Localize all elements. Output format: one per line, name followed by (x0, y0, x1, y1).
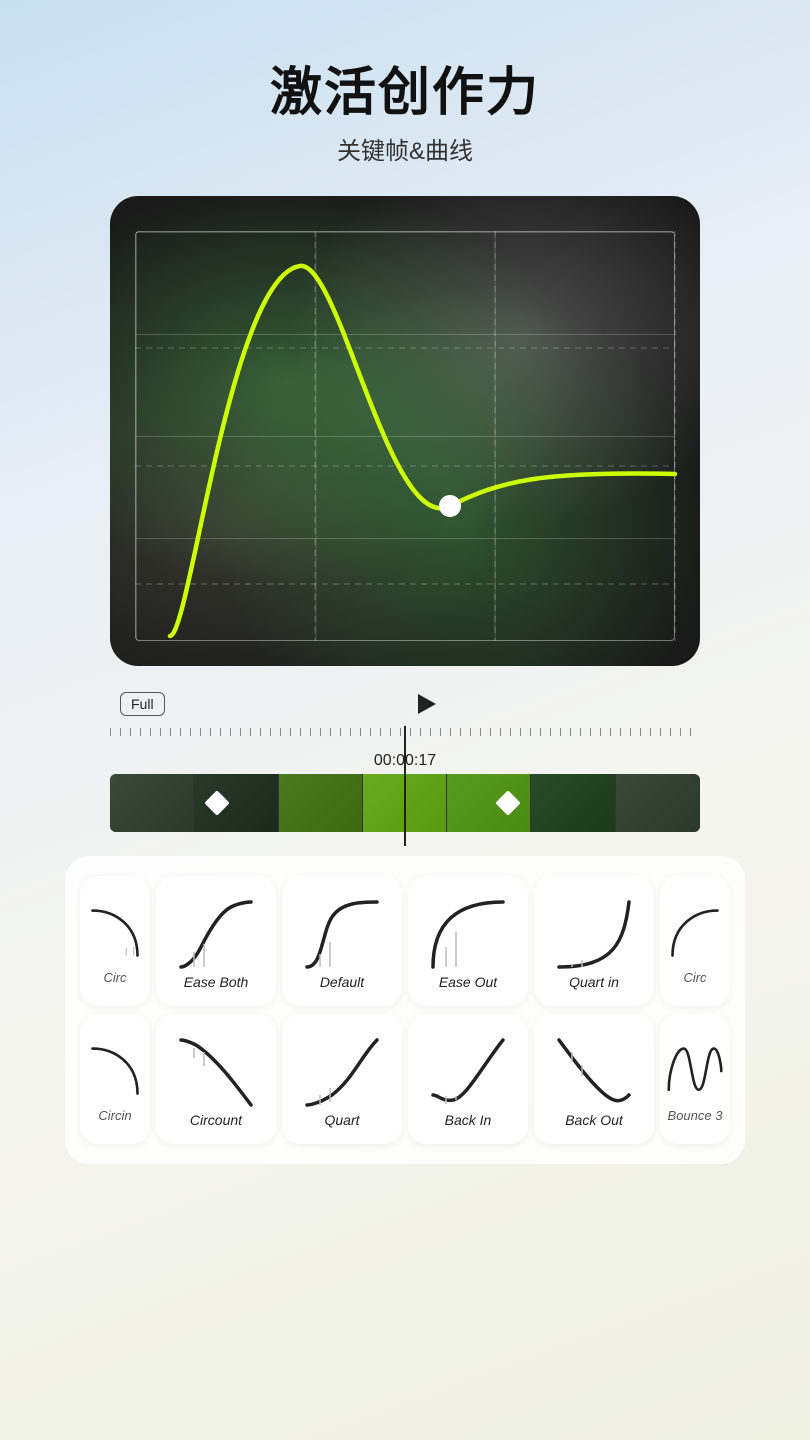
back-out-label: Back Out (565, 1112, 623, 1128)
easing-row-2: Circin Circount Quart (75, 1014, 735, 1144)
filmstrip-frame-2 (194, 774, 278, 832)
ease-out-label: Ease Out (439, 974, 497, 990)
filmstrip (110, 774, 700, 832)
easing-card-bounce3-right[interactable]: Bounce 3 (660, 1014, 730, 1144)
easing-card-circ-right[interactable]: Circ (660, 876, 730, 1006)
curve-svg (110, 196, 700, 666)
back-in-label: Back In (445, 1112, 492, 1128)
easing-card-ease-out[interactable]: Ease Out (408, 876, 528, 1006)
easing-card-default[interactable]: Default (282, 876, 402, 1006)
full-button[interactable]: Full (120, 692, 165, 716)
back-out-icon (554, 1030, 634, 1110)
filmstrip-frame-7 (616, 774, 700, 832)
filmstrip-frame-1 (110, 774, 194, 832)
circount-label: Circount (190, 1112, 242, 1128)
circ-left-icon (85, 898, 145, 968)
title-section: 激活创作力 关键帧&曲线 (270, 50, 540, 166)
keyframe-diamond-1 (204, 790, 229, 815)
timeline-section: Full 00:00:17 (110, 686, 700, 832)
filmstrip-frame-5 (447, 774, 531, 832)
main-title: 激活创作力 (270, 50, 540, 125)
circount-icon (176, 1030, 256, 1110)
ease-out-icon (428, 892, 508, 972)
easing-card-circ-left[interactable]: Circ (80, 876, 150, 1006)
keyframe-diamond-2 (495, 790, 520, 815)
easing-card-back-in[interactable]: Back In (408, 1014, 528, 1144)
filmstrip-frame-3 (279, 774, 363, 832)
circin-left-icon (85, 1036, 145, 1106)
timeline-controls: Full (110, 686, 700, 722)
circin-left-label: Circin (98, 1108, 131, 1123)
quart-in-icon (554, 892, 634, 972)
bounce3-right-icon (665, 1036, 725, 1106)
easing-card-quart-in[interactable]: Quart in (534, 876, 654, 1006)
quart-in-label: Quart in (569, 974, 619, 990)
quart-label: Quart (324, 1112, 359, 1128)
filmstrip-frame-6 (531, 774, 615, 832)
easing-section: Circ Ease Both Default (65, 856, 745, 1164)
easing-card-ease-both[interactable]: Ease Both (156, 876, 276, 1006)
easing-card-circin-left[interactable]: Circin (80, 1014, 150, 1144)
sub-title: 关键帧&曲线 (270, 131, 540, 166)
circ-right-icon (665, 898, 725, 968)
filmstrip-cursor (404, 774, 406, 832)
timeline-ruler (110, 728, 700, 748)
default-label: Default (320, 974, 364, 990)
video-preview (110, 196, 700, 666)
bounce3-right-label: Bounce 3 (668, 1108, 723, 1123)
default-icon (302, 892, 382, 972)
easing-card-back-out[interactable]: Back Out (534, 1014, 654, 1144)
easing-card-circount[interactable]: Circount (156, 1014, 276, 1144)
ease-both-label: Ease Both (184, 974, 249, 990)
play-icon (418, 694, 436, 714)
play-button[interactable] (409, 686, 445, 722)
back-in-icon (428, 1030, 508, 1110)
ease-both-icon (176, 892, 256, 972)
easing-row-1: Circ Ease Both Default (75, 876, 735, 1006)
quart-icon (302, 1030, 382, 1110)
easing-card-quart[interactable]: Quart (282, 1014, 402, 1144)
circ-left-label: Circ (103, 970, 126, 985)
circ-right-label: Circ (683, 970, 706, 985)
